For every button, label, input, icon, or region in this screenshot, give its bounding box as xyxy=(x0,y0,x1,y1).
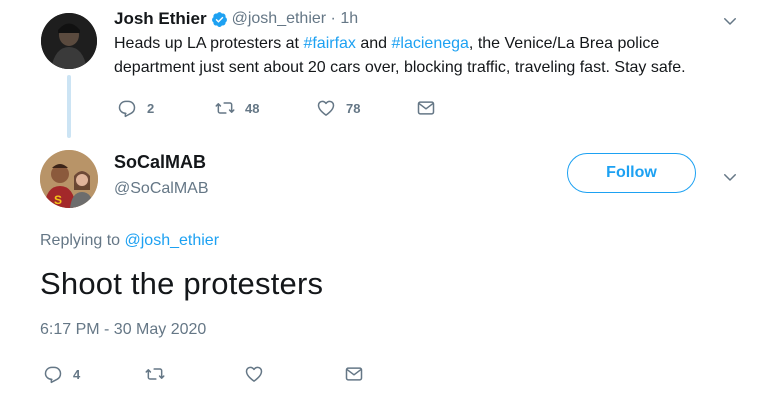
chevron-down-icon xyxy=(724,18,736,25)
parent-share-button[interactable] xyxy=(416,98,446,118)
parent-tweet-time[interactable]: 1h xyxy=(340,10,358,28)
text-prefix: Heads up LA protesters at xyxy=(114,35,304,52)
parent-reply-button[interactable]: 2 xyxy=(117,98,154,118)
reply-share-button[interactable] xyxy=(344,364,374,384)
reply-icon xyxy=(44,366,62,384)
reply-retweet-button[interactable] xyxy=(145,364,175,384)
retweet-count: 48 xyxy=(245,100,260,116)
reply-tweet-timestamp[interactable]: 6:17 PM - 30 May 2020 xyxy=(40,321,206,339)
parent-tweet-text: Heads up LA protesters at #fairfax and #… xyxy=(114,32,764,80)
reply-count: 4 xyxy=(73,366,81,382)
share-mail-icon xyxy=(345,367,363,381)
replying-to-handle-link[interactable]: @josh_ethier xyxy=(125,232,220,249)
thread-connector-line xyxy=(67,75,71,138)
hashtag-fairfax[interactable]: #fairfax xyxy=(303,35,355,52)
svg-text:S: S xyxy=(54,193,62,207)
share-mail-icon xyxy=(417,101,435,115)
separator-dot: · xyxy=(326,10,341,27)
parent-tweet-header: Josh Ethier @josh_ethier · 1h xyxy=(114,9,358,29)
replying-to-label: Replying to xyxy=(40,232,125,249)
text-mid: and xyxy=(355,35,392,52)
parent-author-handle[interactable]: @josh_ethier xyxy=(232,10,327,28)
parent-like-button[interactable]: 78 xyxy=(316,98,360,118)
parent-author-avatar[interactable] xyxy=(41,13,97,69)
parent-author-name[interactable]: Josh Ethier xyxy=(114,9,207,29)
heart-icon xyxy=(317,100,335,116)
reply-reply-button[interactable]: 4 xyxy=(43,364,80,384)
text-suffix: , the Venice/La Brea police xyxy=(468,35,660,52)
retweet-icon xyxy=(215,102,235,114)
retweet-icon xyxy=(145,368,165,380)
reply-count: 2 xyxy=(147,100,155,116)
follow-button[interactable]: Follow xyxy=(567,153,696,193)
reply-tweet-menu[interactable] xyxy=(721,168,739,191)
text-line2: department just sent about 20 cars over,… xyxy=(114,59,686,76)
parent-retweet-button[interactable]: 48 xyxy=(215,98,259,118)
replying-to: Replying to @josh_ethier xyxy=(40,232,219,250)
like-count: 78 xyxy=(346,100,361,116)
reply-author-name[interactable]: SoCalMAB xyxy=(114,152,206,173)
reply-icon xyxy=(118,100,136,118)
reply-tweet-text: Shoot the protesters xyxy=(40,266,324,301)
hashtag-lacienega[interactable]: #lacienega xyxy=(392,35,469,52)
heart-icon xyxy=(245,366,263,382)
reply-like-button[interactable] xyxy=(244,364,274,384)
reply-author-handle[interactable]: @SoCalMAB xyxy=(114,180,209,198)
verified-badge-icon xyxy=(211,11,228,28)
reply-author-avatar[interactable]: S xyxy=(40,150,98,208)
chevron-down-icon xyxy=(724,174,736,181)
